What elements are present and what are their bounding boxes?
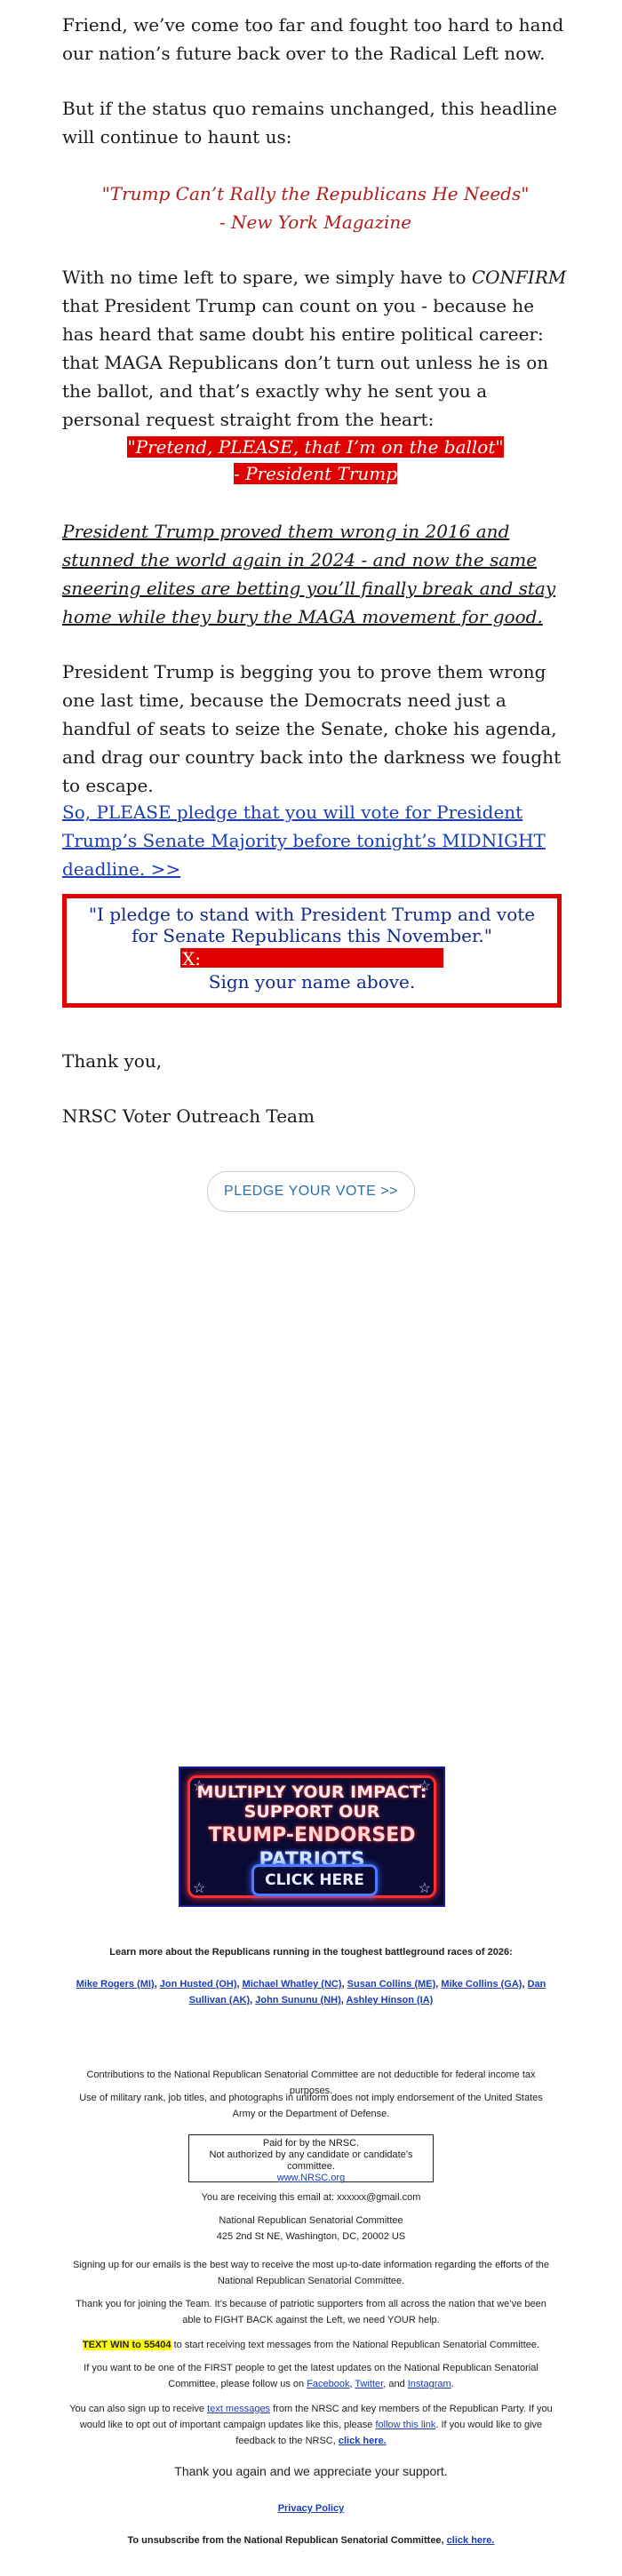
begging-paragraph: President Trump is begging you to prove … bbox=[62, 661, 562, 796]
signature-field[interactable]: X: bbox=[180, 948, 443, 969]
candidate-link[interactable]: John Sununu (NH) bbox=[255, 1995, 341, 2006]
trump-quote-source: - President Trump bbox=[233, 463, 398, 484]
pledge-vote-button[interactable]: PLEDGE YOUR VOTE >> bbox=[207, 1171, 415, 1212]
military-disclaimer: Use of military rank, job titles, and ph… bbox=[79, 2093, 543, 2119]
unsubscribe-link[interactable]: click here. bbox=[447, 2535, 495, 2546]
thank-you-again: Thank you again and we appreciate your s… bbox=[174, 2464, 448, 2478]
pledge-box[interactable]: "I pledge to stand with President Trump … bbox=[62, 894, 562, 1008]
banner-headline: MULTIPLY YOUR IMPACT: SUPPORT OUR bbox=[180, 1782, 443, 1822]
feedback-link[interactable]: click here. bbox=[339, 2436, 387, 2446]
privacy-row: Privacy Policy bbox=[69, 2500, 553, 2516]
trump-quote: "Pretend, PLEASE, that I’m on the ballot… bbox=[62, 434, 569, 487]
paid-for-box: Paid for by the NRSC. Not authorized by … bbox=[188, 2134, 434, 2183]
sms-intro: You can also sign up to receive bbox=[69, 2404, 208, 2414]
twitter-link[interactable]: Twitter bbox=[355, 2379, 383, 2389]
social-follow-text: If you want to be one of the FIRST peopl… bbox=[84, 2363, 538, 2389]
nymag-quote-text: "Trump Can’t Rally the Republicans He Ne… bbox=[101, 183, 530, 204]
candidate-link[interactable]: Jon Husted (OH) bbox=[160, 1979, 237, 1990]
confirm-paragraph: With no time left to spare, we simply ha… bbox=[62, 263, 569, 434]
candidate-link[interactable]: Mike Rogers (MI) bbox=[76, 1979, 155, 1990]
banner-line-2: SUPPORT OUR bbox=[243, 1802, 380, 1822]
unsubscribe-text: To unsubscribe from the National Republi… bbox=[127, 2535, 447, 2546]
instagram-link[interactable]: Instagram bbox=[408, 2379, 451, 2389]
unsubscribe-line: To unsubscribe from the National Republi… bbox=[69, 2532, 553, 2548]
confirm-emphasis: CONFIRM bbox=[471, 267, 567, 288]
candidate-link[interactable]: Michael Whatley (NC) bbox=[243, 1979, 342, 1990]
banner-line-1: MULTIPLY YOUR IMPACT: bbox=[196, 1782, 427, 1802]
confirm-paragraph-b: that President Trump can count on you - … bbox=[62, 295, 549, 430]
not-authorized-line: Not authorized by any candidate or candi… bbox=[209, 2149, 413, 2172]
pledge-text: "I pledge to stand with President Trump … bbox=[88, 904, 536, 946]
banner-click-here-button[interactable]: CLICK HERE bbox=[251, 1864, 378, 1896]
proved-wrong-paragraph: President Trump proved them wrong in 201… bbox=[62, 521, 556, 627]
signing-up-text: Signing up for our emails is the best wa… bbox=[72, 2260, 550, 2286]
text-messages-link[interactable]: text messages bbox=[207, 2404, 270, 2414]
paid-for-line: Paid for by the NRSC. bbox=[262, 2138, 360, 2149]
nymag-quote-source: - New York Magazine bbox=[219, 211, 412, 233]
candidate-link[interactable]: Ashley Hinson (IA) bbox=[347, 1995, 434, 2006]
facebook-link[interactable]: Facebook bbox=[307, 2379, 349, 2389]
candidate-link[interactable]: Susan Collins (ME) bbox=[347, 1979, 436, 1990]
thank-joining-text: Thank you for joining the Team. It’s bec… bbox=[76, 2299, 546, 2325]
nymag-quote: "Trump Can’t Rally the Republicans He Ne… bbox=[62, 179, 569, 236]
pledge-link[interactable]: So, PLEASE pledge that you will vote for… bbox=[62, 798, 569, 883]
signoff-text: NRSC Voter Outreach Team bbox=[62, 1105, 315, 1127]
trump-quote-text: "Pretend, PLEASE, that I’m on the ballot… bbox=[127, 436, 504, 458]
confirm-paragraph-a: With no time left to spare, we simply ha… bbox=[62, 267, 472, 288]
text-win-highlight: TEXT WIN to 55404 bbox=[82, 2340, 171, 2350]
receiving-email-text: You are receiving this email at: xxxxxx@… bbox=[201, 2192, 421, 2203]
patriots-banner[interactable]: ☆ ☆ ☆ ☆ MULTIPLY YOUR IMPACT: SUPPORT OU… bbox=[179, 1767, 445, 1907]
star-icon: ☆ bbox=[418, 1879, 431, 1896]
text-win-line: TEXT WIN to 55404 to start receiving tex… bbox=[69, 2337, 553, 2353]
intro-paragraph: Friend, we’ve come too far and fought to… bbox=[62, 14, 564, 64]
banner-line-3a: TRUMP-ENDORSED bbox=[208, 1824, 416, 1846]
privacy-policy-link[interactable]: Privacy Policy bbox=[278, 2503, 345, 2514]
and-word: , and bbox=[383, 2379, 408, 2389]
org-address: 425 2nd St NE, Washington, DC, 20002 US bbox=[216, 2231, 406, 2242]
nrsc-website-link[interactable]: www.NRSC.org bbox=[277, 2173, 345, 2183]
learn-more-heading: Learn more about the Republicans running… bbox=[109, 1947, 513, 1958]
opt-out-link[interactable]: follow this link bbox=[375, 2420, 435, 2430]
thanks-text: Thank you, bbox=[62, 1050, 163, 1072]
sms-optout-text: You can also sign up to receive text mes… bbox=[69, 2401, 553, 2449]
org-name: National Republican Senatorial Committee bbox=[219, 2215, 403, 2226]
sign-instruction: Sign your name above. bbox=[208, 971, 416, 993]
star-icon: ☆ bbox=[193, 1879, 206, 1896]
text-win-rest: to start receiving text messages from th… bbox=[171, 2340, 540, 2350]
status-quo-paragraph: But if the status quo remains unchanged,… bbox=[62, 98, 557, 148]
candidate-links: Mike Rogers (MI), Jon Husted (OH), Micha… bbox=[76, 1979, 546, 2006]
candidate-link[interactable]: Mike Collins (GA) bbox=[441, 1979, 522, 1990]
